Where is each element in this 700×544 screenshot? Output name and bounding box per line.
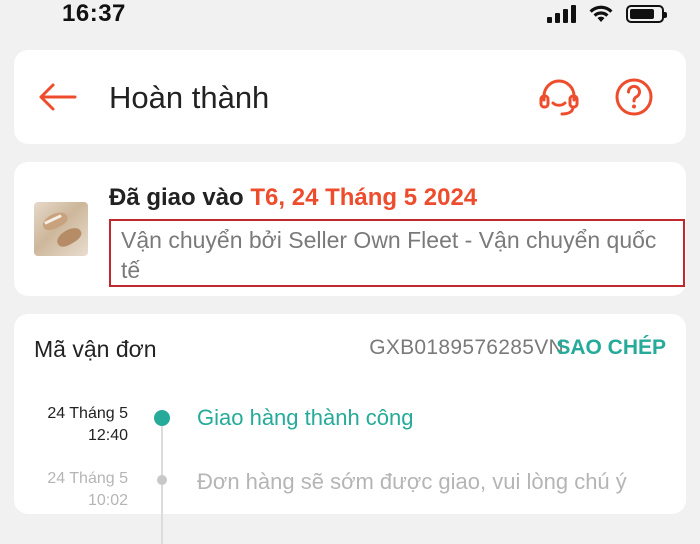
delivered-prefix: Đã giao vào — [109, 184, 251, 211]
event-text: Giao hàng thành công — [197, 405, 414, 430]
tracking-card: Mã vận đơn GXB0189576285VN SAO CHÉP 24 T… — [14, 314, 686, 544]
headset-icon — [539, 79, 579, 116]
back-button[interactable] — [34, 74, 80, 120]
delivered-status: Đã giao vào T6, 24 Tháng 5 2024 — [109, 184, 477, 212]
carrier-info: Vận chuyển bởi Seller Own Fleet - Vận ch… — [109, 219, 685, 287]
product-thumbnail — [34, 202, 88, 256]
event-day: 24 Tháng 5 — [47, 405, 128, 422]
arrow-left-icon — [39, 83, 77, 111]
timeline-dot — [157, 475, 167, 485]
event-text: Đơn hàng sẽ sớm được giao, vui lòng chú … — [197, 469, 627, 494]
page-title: Hoàn thành — [109, 80, 270, 115]
event-date: 24 Tháng 5 10:02 — [24, 468, 128, 512]
status-icons — [547, 4, 667, 24]
tracking-number: GXB0189576285VN — [369, 336, 564, 359]
status-bar: 16:37 — [0, 0, 700, 30]
wifi-icon — [589, 5, 613, 22]
event-time: 12:40 — [87, 427, 128, 444]
timeline-dot-active — [154, 410, 170, 426]
question-circle-icon — [615, 78, 653, 116]
signal-icon — [547, 5, 576, 23]
header-bar: Hoàn thành — [14, 50, 686, 144]
event-time: 10:02 — [87, 492, 128, 509]
event-date: 24 Tháng 5 12:40 — [24, 403, 128, 447]
delivery-status-card[interactable]: Đã giao vào T6, 24 Tháng 5 2024 Vận chuy… — [14, 162, 686, 296]
status-time: 16:37 — [62, 0, 126, 27]
delivered-date: T6, 24 Tháng 5 2024 — [250, 184, 478, 211]
event-day: 24 Tháng 5 — [47, 470, 128, 487]
help-button[interactable] — [611, 74, 657, 120]
tracking-number-label: Mã vận đơn — [34, 336, 157, 362]
battery-icon — [626, 5, 667, 23]
copy-button[interactable]: SAO CHÉP — [556, 336, 666, 360]
support-button[interactable] — [536, 74, 582, 120]
